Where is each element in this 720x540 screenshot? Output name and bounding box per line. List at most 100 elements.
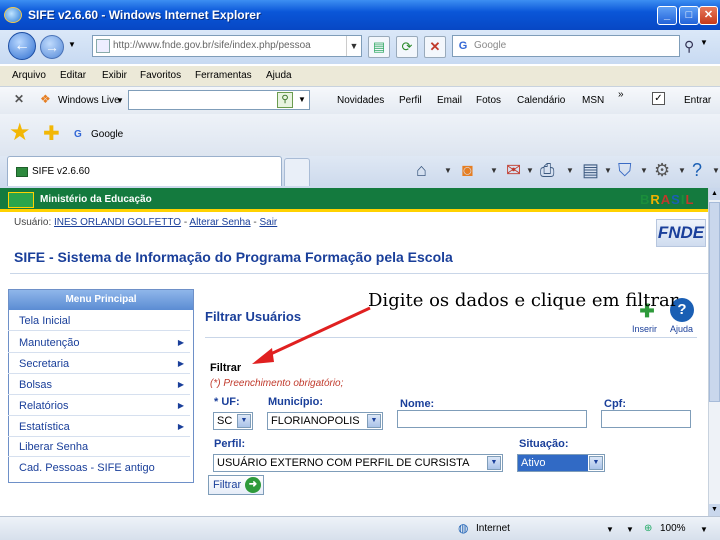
help-label[interactable]: Ajuda <box>670 324 693 334</box>
menu-item-manutencao[interactable]: Manutenção ▶ <box>8 333 190 353</box>
menu-item-cad-pessoas[interactable]: Cad. Pessoas - SIFE antigo <box>8 458 190 478</box>
zoom-dropdown-icon[interactable]: ▼ <box>700 525 708 534</box>
page-icon <box>96 39 110 53</box>
search-box[interactable]: G Google <box>452 35 680 57</box>
search-icon[interactable]: ⚲ <box>684 38 694 55</box>
zoom-level[interactable]: 100% <box>660 523 686 534</box>
menu-item-tela-inicial[interactable]: Tela Inicial <box>8 311 190 331</box>
menu-item-secretaria[interactable]: Secretaria ▶ <box>8 354 190 374</box>
address-url: http://www.fnde.gov.br/sife/index.php/pe… <box>113 40 311 51</box>
menu-editar[interactable]: Editar <box>60 70 86 81</box>
menu-favoritos[interactable]: Favoritos <box>140 70 181 81</box>
search-dropdown-icon[interactable]: ▼ <box>700 38 708 47</box>
home-icon[interactable]: ⌂ <box>416 160 427 181</box>
uf-select[interactable]: SC ▼ <box>213 412 253 430</box>
menu-item-label: Tela Inicial <box>19 315 71 327</box>
system-title: SIFE - Sistema de Informação do Programa… <box>14 249 453 265</box>
live-search-go-icon[interactable]: ⚲ <box>277 92 293 108</box>
scroll-thumb[interactable] <box>709 202 720 402</box>
tab-sife[interactable]: SIFE v2.6.60 <box>7 156 282 186</box>
chevron-down-icon: ▼ <box>367 414 381 428</box>
live-search-dropdown-icon[interactable]: ▼ <box>295 91 309 109</box>
chevron-right-icon: ▶ <box>177 380 184 389</box>
new-tab-button[interactable] <box>284 158 310 186</box>
municipio-select[interactable]: FLORIANOPOLIS ▼ <box>267 412 383 430</box>
back-button[interactable]: ← <box>8 32 36 60</box>
mail-icon[interactable]: ✉ <box>506 160 521 181</box>
live-more-chevron[interactable]: » <box>618 89 624 100</box>
google-favorite-link[interactable]: Google <box>91 129 123 140</box>
menu-item-liberar-senha[interactable]: Liberar Senha <box>8 437 190 457</box>
address-bar[interactable]: http://www.fnde.gov.br/sife/index.php/pe… <box>92 35 362 57</box>
live-link-novidades[interactable]: Novidades <box>337 95 384 106</box>
history-dropdown-icon[interactable]: ▼ <box>68 40 76 49</box>
safety-dropdown-icon[interactable]: ▼ <box>640 166 648 175</box>
refresh-icon[interactable]: ⟳ <box>396 36 418 58</box>
live-checkbox[interactable]: ✓ <box>652 92 665 105</box>
stop-icon[interactable]: ✕ <box>424 36 446 58</box>
close-button[interactable]: ✕ <box>699 6 718 25</box>
toolbar-close-icon[interactable]: ✕ <box>14 92 24 106</box>
menu-item-label: Manutenção <box>19 337 80 349</box>
zone-dropdown-icon[interactable]: ▼ <box>606 525 614 534</box>
chevron-down-icon: ▼ <box>237 414 251 428</box>
print-dropdown-icon[interactable]: ▼ <box>566 166 574 175</box>
cpf-input[interactable] <box>601 410 691 428</box>
user-name-link[interactable]: INES ORLANDI GOLFETTO <box>54 217 181 228</box>
windows-live-label[interactable]: Windows Live <box>58 95 120 106</box>
tools-gear-icon[interactable]: ⚙ <box>654 160 670 181</box>
scroll-down-icon[interactable]: ▼ <box>709 504 720 516</box>
live-search-input[interactable]: ⚲ ▼ <box>128 90 310 110</box>
compatibility-view-icon[interactable]: ▤ <box>368 36 390 58</box>
zone-label: Internet <box>476 523 510 534</box>
zone-dropdown-icon[interactable]: ▼ <box>626 525 634 534</box>
address-dropdown-icon[interactable]: ▼ <box>346 36 361 56</box>
menu-arquivo[interactable]: Arquivo <box>12 70 46 81</box>
scroll-up-icon[interactable]: ▲ <box>709 188 720 200</box>
nome-label: Nome: <box>400 398 435 410</box>
live-link-perfil[interactable]: Perfil <box>399 95 422 106</box>
print-icon[interactable]: ⎙ <box>540 160 554 181</box>
live-link-email[interactable]: Email <box>437 95 462 106</box>
logout-link[interactable]: Sair <box>259 217 277 228</box>
help-dropdown-icon[interactable]: ▼ <box>712 166 720 175</box>
safety-shield-icon[interactable]: ⛉ <box>618 160 632 181</box>
google-fav-icon: G <box>74 129 82 140</box>
minimize-button[interactable]: _ <box>657 6 677 25</box>
nome-input[interactable] <box>397 410 587 428</box>
situacao-select[interactable]: Ativo ▼ <box>517 454 605 472</box>
menu-bar: Arquivo Editar Exibir Favoritos Ferramen… <box>0 66 720 86</box>
home-dropdown-icon[interactable]: ▼ <box>444 166 452 175</box>
live-link-calendario[interactable]: Calendário <box>517 95 565 106</box>
vertical-scrollbar[interactable]: ▲ ▼ <box>708 188 720 516</box>
brazil-coat-of-arms-icon <box>8 192 34 208</box>
filter-button[interactable]: Filtrar ➜ <box>208 475 264 495</box>
windows-live-dropdown-icon[interactable]: ▼ <box>116 96 124 105</box>
perfil-select[interactable]: USUÁRIO EXTERNO COM PERFIL DE CURSISTA ▼ <box>213 454 503 472</box>
help-icon[interactable]: ? <box>692 160 702 181</box>
mail-dropdown-icon[interactable]: ▼ <box>526 166 534 175</box>
live-link-msn[interactable]: MSN <box>582 95 604 106</box>
feeds-dropdown-icon[interactable]: ▼ <box>490 166 498 175</box>
add-favorite-icon[interactable]: ✚ <box>43 121 60 146</box>
menu-item-label: Relatórios <box>19 400 69 412</box>
forward-button[interactable]: → <box>40 35 64 59</box>
alter-password-link[interactable]: Alterar Senha <box>189 217 250 228</box>
page-dropdown-icon[interactable]: ▼ <box>604 166 612 175</box>
menu-ferramentas[interactable]: Ferramentas <box>195 70 252 81</box>
insert-label[interactable]: Inserir <box>632 324 657 334</box>
live-signin-link[interactable]: Entrar <box>684 95 711 106</box>
menu-item-estatistica[interactable]: Estatística ▶ <box>8 417 190 437</box>
feeds-icon[interactable]: ◙ <box>462 160 473 181</box>
status-bar: ◍ Internet ▼ ▼ ⊕ 100% ▼ <box>0 516 720 540</box>
page-menu-icon[interactable]: ▤ <box>582 160 599 181</box>
menu-exibir[interactable]: Exibir <box>102 70 127 81</box>
maximize-button[interactable]: □ <box>679 6 699 25</box>
tools-dropdown-icon[interactable]: ▼ <box>678 166 686 175</box>
menu-item-relatorios[interactable]: Relatórios ▶ <box>8 396 190 416</box>
favorites-star-icon[interactable]: ★ <box>9 118 31 147</box>
menu-item-bolsas[interactable]: Bolsas ▶ <box>8 375 190 395</box>
filter-legend: Filtrar <box>210 362 242 374</box>
live-link-fotos[interactable]: Fotos <box>476 95 501 106</box>
menu-ajuda[interactable]: Ajuda <box>266 70 292 81</box>
